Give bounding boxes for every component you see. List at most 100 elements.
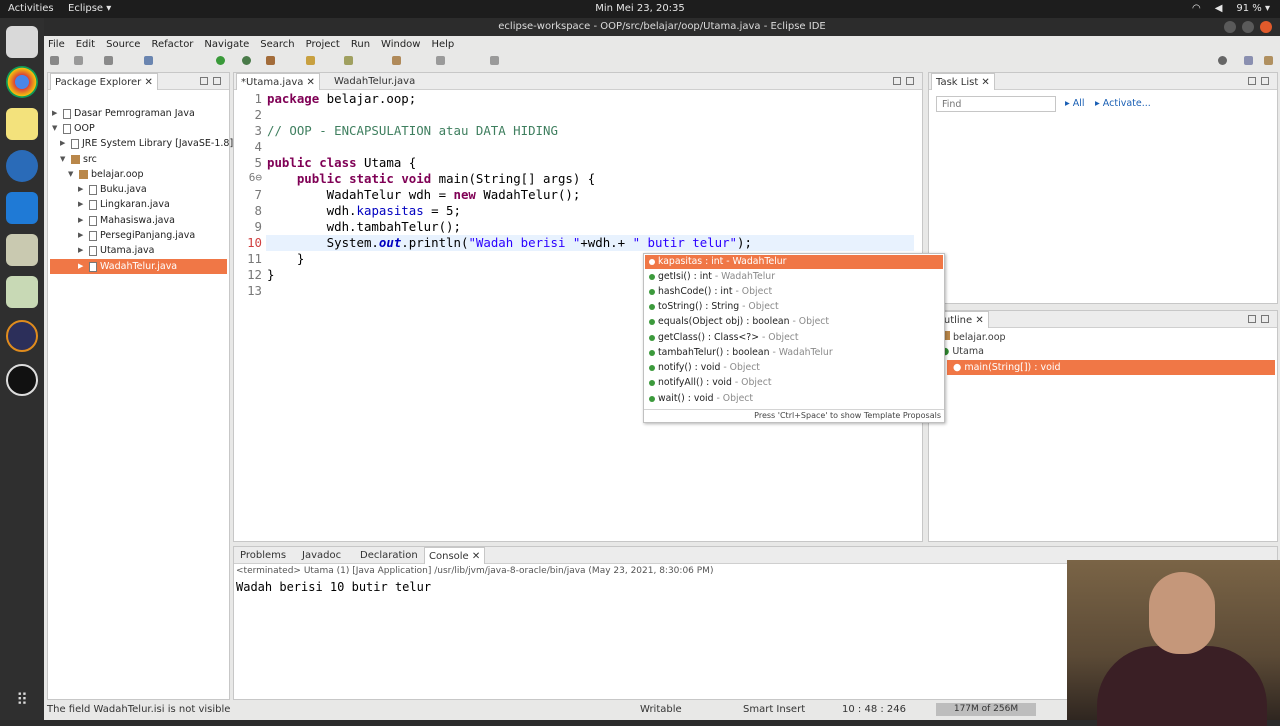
menu-refactor[interactable]: Refactor [151, 39, 193, 50]
tab-utama-java[interactable]: *Utama.java ✕ [236, 73, 320, 90]
line-number: 12 [247, 267, 262, 282]
maximize-icon[interactable] [1261, 315, 1269, 323]
minimize-icon[interactable] [893, 77, 901, 85]
minimize-icon[interactable] [1248, 315, 1256, 323]
print-icon[interactable] [104, 56, 113, 65]
clock[interactable]: Min Mei 23, 20:35 [0, 3, 1280, 14]
java-perspective-icon[interactable] [1264, 56, 1273, 65]
eclipse-icon[interactable] [6, 320, 38, 352]
nav-back-icon[interactable] [436, 56, 445, 65]
proposal-tostring[interactable]: toString() : String - Object [645, 300, 943, 314]
external-tools-icon[interactable] [266, 56, 275, 65]
task-activate-link[interactable]: ▸ Activate... [1095, 98, 1151, 109]
task-find-input[interactable] [936, 96, 1056, 112]
writer-icon[interactable] [6, 150, 38, 182]
close-button[interactable] [1260, 21, 1272, 33]
debug-icon[interactable] [144, 56, 153, 65]
menu-bar: File Edit Source Refactor Navigate Searc… [44, 36, 1280, 53]
heap-status[interactable]: 177M of 256M [936, 703, 1036, 716]
tab-javadoc[interactable]: Javadoc [298, 547, 345, 564]
tree-item-src[interactable]: ▼ src [60, 152, 97, 167]
maximize-icon[interactable] [1261, 77, 1269, 85]
proposal-wait[interactable]: wait() : void - Object [645, 392, 943, 406]
new-icon[interactable] [50, 56, 59, 65]
tab-problems[interactable]: Problems [236, 547, 290, 564]
project-icon [63, 123, 71, 134]
proposal-notifyall[interactable]: notifyAll() : void - Object [645, 376, 943, 390]
outline-class[interactable]: ● Utama [941, 346, 984, 357]
status-insert-mode[interactable]: Smart Insert [743, 704, 805, 715]
line-number: 11 [247, 251, 262, 266]
maximize-icon[interactable] [213, 77, 221, 85]
proposal-hashcode[interactable]: hashCode() : int - Object [645, 285, 943, 299]
system-tray[interactable]: ◠ ◀ 91 % ▾ [1192, 3, 1270, 14]
menu-run[interactable]: Run [351, 39, 370, 50]
tree-item-mahasiswa[interactable]: ▶ Mahasiswa.java [78, 213, 175, 228]
perspective-icon[interactable] [1244, 56, 1253, 65]
battery-status[interactable]: 91 % ▾ [1236, 3, 1270, 14]
run-config-icon[interactable] [242, 56, 251, 65]
proposal-notify[interactable]: notify() : void - Object [645, 361, 943, 375]
menu-help[interactable]: Help [431, 39, 454, 50]
proposal-equals[interactable]: equals(Object obj) : boolean - Object [645, 315, 943, 329]
task-list-tabs: Task List ✕ [929, 73, 1277, 90]
tree-item-persegipanjang[interactable]: ▶ PersegiPanjang.java [78, 228, 195, 243]
tab-package-explorer[interactable]: Package Explorer ✕ [50, 73, 158, 90]
menu-project[interactable]: Project [306, 39, 340, 50]
tab-declaration[interactable]: Declaration [356, 547, 422, 564]
chrome-icon[interactable] [6, 66, 38, 98]
open-type-icon[interactable] [344, 56, 353, 65]
new-class-icon[interactable] [306, 56, 315, 65]
wifi-icon: ◠ [1191, 3, 1201, 14]
nav-forward-icon[interactable] [490, 56, 499, 65]
outline-method[interactable]: ● main(String[]) : void [947, 360, 1275, 375]
menu-source[interactable]: Source [106, 39, 140, 50]
maximize-button[interactable] [1242, 21, 1254, 33]
save-icon[interactable] [74, 56, 83, 65]
files-icon[interactable] [6, 26, 38, 58]
maximize-icon[interactable] [906, 77, 914, 85]
proposal-getisi[interactable]: getIsi() : int - WadahTelur [645, 270, 943, 284]
content-assist-popup[interactable]: kapasitas : int - WadahTelur getIsi() : … [643, 253, 945, 423]
activities-button[interactable]: Activities [8, 3, 54, 14]
method-icon [649, 304, 655, 310]
tab-console[interactable]: Console ✕ [424, 547, 486, 564]
line-number: 8 [254, 203, 262, 218]
proposal-getclass[interactable]: getClass() : Class<?> - Object [645, 331, 943, 345]
proposal-kapasitas[interactable]: kapasitas : int - WadahTelur [645, 255, 943, 269]
tree-item-jre[interactable]: ▶ JRE System Library [JavaSE-1.8] [60, 136, 233, 151]
status-cursor-position: 10 : 48 : 246 [842, 704, 906, 715]
menu-search[interactable]: Search [260, 39, 294, 50]
tab-task-list[interactable]: Task List ✕ [931, 73, 995, 90]
tree-item-lingkaran[interactable]: ▶ Lingkaran.java [78, 197, 170, 212]
menu-window[interactable]: Window [381, 39, 420, 50]
menu-navigate[interactable]: Navigate [204, 39, 249, 50]
quick-access-icon[interactable] [1218, 56, 1227, 65]
tree-item-dasar[interactable]: ▶ Dasar Pemrograman Java [52, 106, 195, 121]
minimize-button[interactable] [1224, 21, 1236, 33]
task-filter-all[interactable]: ▸ All [1065, 98, 1085, 109]
tab-wadahtelur-java[interactable]: WadahTelur.java [330, 73, 419, 90]
app-grid-icon[interactable]: ⠿ [6, 684, 38, 716]
tree-item-wadahtelur[interactable]: ▶ WadahTelur.java [50, 259, 227, 274]
search-icon[interactable] [392, 56, 401, 65]
disk-icon[interactable] [6, 234, 38, 266]
run-icon[interactable] [216, 56, 225, 65]
line-number: 1 [254, 91, 262, 106]
volume-icon: ◀ [1214, 3, 1223, 14]
minimize-icon[interactable] [1248, 77, 1256, 85]
menu-file[interactable]: File [48, 39, 65, 50]
obs-icon[interactable] [6, 364, 38, 396]
tree-item-package[interactable]: ▼ belajar.oop [68, 167, 144, 182]
image-viewer-icon[interactable] [6, 276, 38, 308]
notes-icon[interactable] [6, 108, 38, 140]
proposal-tambahtelur[interactable]: tambahTelur() : boolean - WadahTelur [645, 346, 943, 360]
tree-item-buku[interactable]: ▶ Buku.java [78, 182, 147, 197]
tree-item-utama[interactable]: ▶ Utama.java [78, 243, 155, 258]
outline-package[interactable]: belajar.oop [941, 331, 1006, 343]
vscode-icon[interactable] [6, 192, 38, 224]
menu-edit[interactable]: Edit [76, 39, 95, 50]
minimize-icon[interactable] [200, 77, 208, 85]
app-menu[interactable]: Eclipse ▾ [68, 3, 111, 14]
tree-item-oop[interactable]: ▼ OOP [52, 121, 95, 136]
